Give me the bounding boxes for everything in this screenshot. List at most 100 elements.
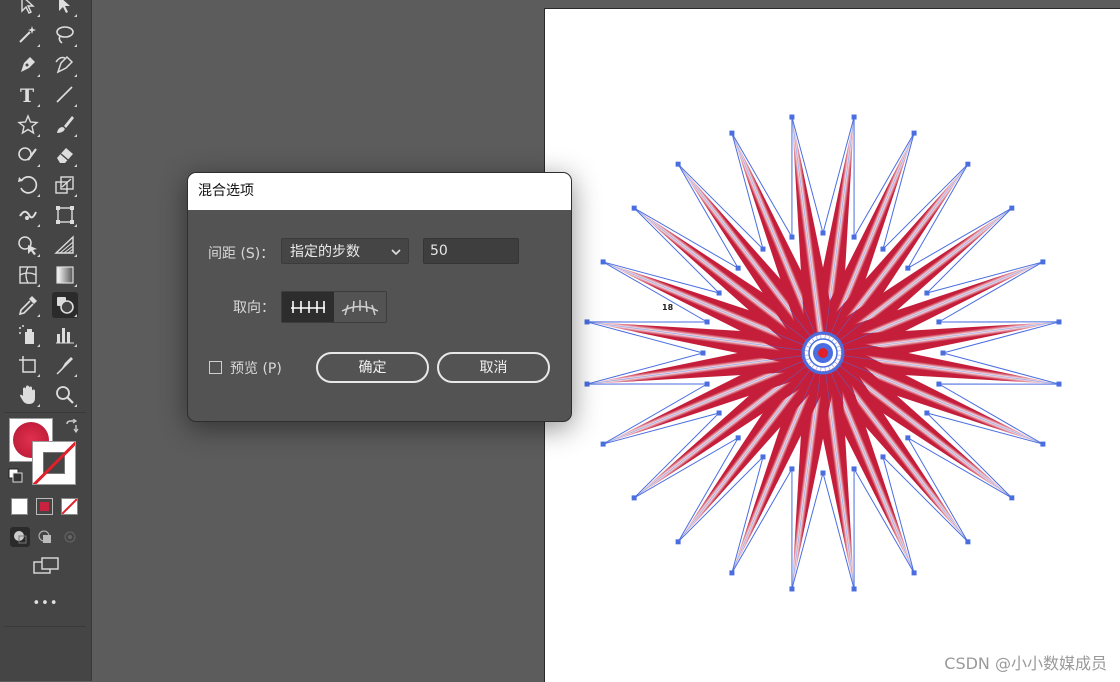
edit-toolbar-button[interactable]: •••	[0, 596, 91, 611]
eraser-icon	[57, 148, 73, 163]
paintbrush-icon	[57, 116, 74, 133]
stroke-swatch[interactable]	[32, 441, 76, 485]
spacing-dropdown[interactable]: 指定的步数	[281, 238, 409, 264]
anchor-point	[729, 570, 735, 576]
line-tool[interactable]	[52, 82, 78, 108]
spacing-label: 间距 (S)：	[208, 246, 275, 262]
width-icon	[19, 210, 37, 220]
width-tool[interactable]	[15, 202, 41, 228]
mesh-icon	[19, 266, 37, 284]
color-mode-button[interactable]	[11, 498, 28, 515]
anchor-point	[789, 586, 795, 592]
anchor-point	[600, 259, 606, 265]
anchor-point	[631, 495, 637, 501]
blend-options-dialog: 混合选项 间距 (S)： 指定的步数 50 取向： 预览 (P) 确定 取消	[187, 172, 572, 422]
gradient-mode-button[interactable]	[36, 498, 53, 515]
steps-input[interactable]: 50	[423, 238, 519, 264]
anchor-point	[851, 114, 857, 120]
draw-normal-icon[interactable]	[10, 527, 30, 547]
shaper-tool[interactable]	[15, 142, 41, 168]
mesh-tool[interactable]	[15, 262, 41, 288]
toolbar-divider	[4, 626, 86, 627]
shaper-icon	[18, 147, 37, 161]
anchor-point	[789, 114, 795, 120]
rotate-tool[interactable]	[15, 172, 41, 198]
artboard-icon	[19, 356, 36, 373]
gradient-tool[interactable]	[52, 262, 78, 288]
anchor-point	[584, 319, 590, 325]
curvature-icon	[55, 55, 74, 74]
anchor-point	[924, 410, 930, 416]
direct-selection-tool[interactable]	[52, 0, 78, 18]
curvature-tool[interactable]	[52, 52, 78, 78]
orientation-toggle	[281, 291, 387, 323]
anchor-point	[675, 161, 681, 167]
magic-wand-tool[interactable]	[15, 22, 41, 48]
scale-icon	[55, 176, 74, 194]
draw-inside-icon[interactable]	[60, 527, 80, 547]
swap-fill-stroke-icon[interactable]	[62, 416, 82, 436]
eyedropper-icon	[18, 296, 37, 316]
anchor-point	[735, 265, 741, 271]
anchor-point	[631, 205, 637, 211]
slice-tool[interactable]	[52, 352, 78, 378]
direct-selection-icon	[59, 0, 70, 13]
selection-tool[interactable]	[15, 0, 41, 18]
lasso-icon	[56, 26, 74, 44]
zoom-tool[interactable]	[52, 382, 78, 408]
anchor-point	[1056, 319, 1062, 325]
type-tool[interactable]: T	[15, 82, 41, 108]
blend-icon	[57, 297, 74, 314]
anchor-point	[600, 441, 606, 447]
anchor-point	[760, 246, 766, 252]
align-to-path-icon	[341, 300, 379, 316]
toolbar-divider	[4, 412, 86, 413]
none-mode-button[interactable]	[61, 498, 78, 515]
paintbrush-tool[interactable]	[52, 112, 78, 138]
star-icon	[17, 114, 39, 135]
anchor-point	[675, 539, 681, 545]
eyedropper-tool[interactable]	[15, 292, 41, 318]
pen-tool[interactable]	[15, 52, 41, 78]
type-icon: T	[20, 85, 34, 106]
artboard[interactable]: 18 CSDN @小小数媒成员	[544, 8, 1120, 682]
hand-tool[interactable]	[15, 382, 41, 408]
anchor-point	[789, 466, 795, 472]
center-blend-circle	[801, 331, 845, 375]
eraser-tool[interactable]	[52, 142, 78, 168]
align-to-path-button[interactable]	[334, 292, 386, 322]
hand-icon	[20, 385, 35, 404]
line-icon	[56, 86, 73, 103]
anchor-point	[851, 586, 857, 592]
blend-star-artwork[interactable]: 18	[545, 9, 1120, 682]
anchor-point	[760, 454, 766, 460]
anchor-point	[911, 570, 917, 576]
anchor-point	[1040, 441, 1046, 447]
preview-label[interactable]: 预览 (P)	[230, 358, 282, 378]
lasso-tool[interactable]	[52, 22, 78, 48]
screen-mode-icon[interactable]	[31, 556, 61, 576]
anchor-point	[789, 234, 795, 240]
free-transform-icon	[56, 206, 74, 224]
cancel-button[interactable]: 取消	[437, 352, 550, 383]
blend-tool[interactable]	[52, 292, 78, 318]
preview-checkbox[interactable]	[209, 361, 222, 374]
chevron-down-icon	[391, 239, 401, 275]
draw-behind-icon[interactable]	[35, 527, 55, 547]
artboard-tool[interactable]	[15, 352, 41, 378]
free-transform-tool[interactable]	[52, 202, 78, 228]
perspective-grid-tool[interactable]	[52, 232, 78, 258]
ok-button[interactable]: 确定	[316, 352, 429, 383]
shape-builder-tool[interactable]	[15, 232, 41, 258]
scale-tool[interactable]	[52, 172, 78, 198]
anchor-point	[1056, 381, 1062, 387]
star-tool[interactable]	[15, 112, 41, 138]
shape-builder-icon	[18, 236, 37, 255]
tools-panel: T •••	[0, 0, 92, 681]
graph-tool[interactable]	[52, 322, 78, 348]
symbol-sprayer-tool[interactable]	[15, 322, 41, 348]
default-fill-stroke-icon[interactable]	[6, 466, 26, 486]
anchor-point	[584, 381, 590, 387]
zoom-icon	[56, 386, 74, 404]
align-to-page-button[interactable]	[282, 292, 334, 322]
